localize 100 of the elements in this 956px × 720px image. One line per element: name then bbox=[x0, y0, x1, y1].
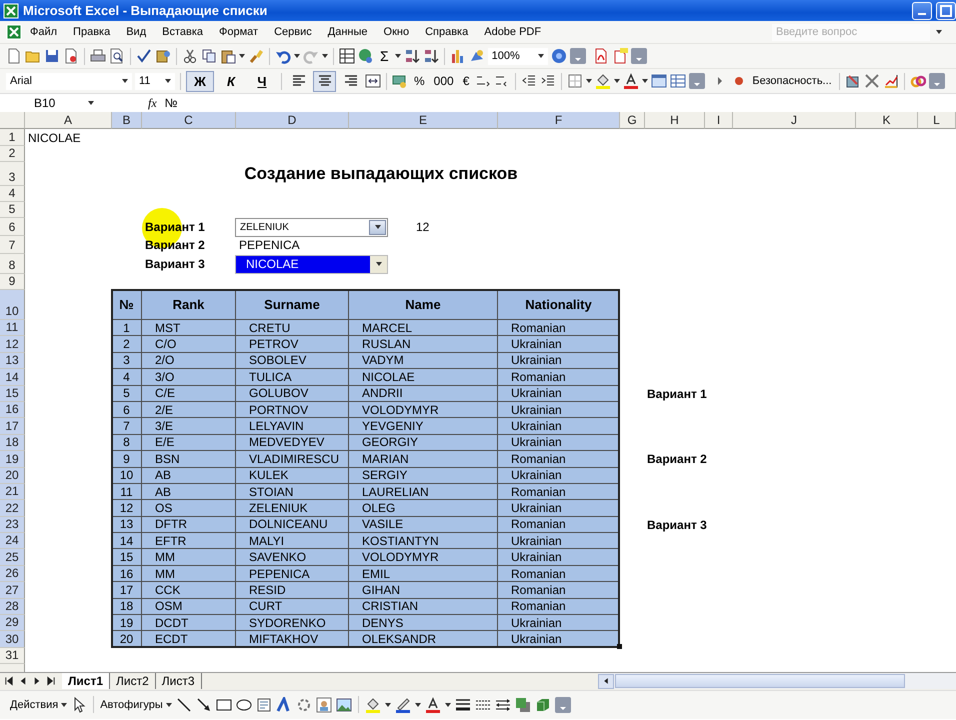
toolbar-options-icon[interactable] bbox=[928, 73, 945, 89]
tools-icon[interactable] bbox=[864, 73, 880, 89]
column-header[interactable]: H bbox=[645, 112, 705, 129]
autoshapes-menu[interactable]: Автофигуры bbox=[100, 698, 163, 711]
copy-icon[interactable] bbox=[201, 48, 217, 64]
row-header[interactable]: 8 bbox=[0, 254, 25, 274]
autosum-button[interactable]: Σ bbox=[377, 47, 392, 65]
line-color-icon[interactable] bbox=[394, 696, 411, 713]
globe-icon[interactable] bbox=[358, 48, 374, 64]
underline-button[interactable]: Ч bbox=[248, 70, 276, 92]
row-header[interactable]: 5 bbox=[0, 202, 25, 218]
fill-color-icon[interactable] bbox=[595, 73, 612, 89]
scroll-left-button[interactable] bbox=[598, 674, 614, 689]
column-header[interactable]: D bbox=[236, 112, 349, 129]
fill-color-icon[interactable] bbox=[364, 696, 381, 713]
menu-item[interactable]: Правка bbox=[65, 26, 118, 38]
excel-logo-icon[interactable] bbox=[6, 24, 22, 40]
table-icon[interactable] bbox=[339, 48, 355, 64]
caret-icon[interactable] bbox=[294, 54, 300, 58]
column-header[interactable]: J bbox=[733, 112, 856, 129]
menu-item[interactable]: Adobe PDF bbox=[476, 26, 550, 38]
row-header[interactable]: 13 bbox=[0, 352, 25, 370]
actions-menu[interactable]: Действия bbox=[10, 698, 58, 711]
caret-icon[interactable] bbox=[586, 79, 592, 83]
caret-icon[interactable] bbox=[122, 79, 128, 83]
arrow-icon[interactable] bbox=[196, 696, 212, 713]
last-sheet-icon[interactable] bbox=[46, 675, 56, 688]
row-header[interactable]: 7 bbox=[0, 236, 25, 254]
align-center-button[interactable] bbox=[313, 70, 336, 92]
row-header[interactable]: 19 bbox=[0, 451, 25, 468]
row-header[interactable]: 12 bbox=[0, 336, 25, 353]
menu-item[interactable]: Формат bbox=[211, 26, 266, 38]
row-header[interactable]: 15 bbox=[0, 386, 25, 402]
column-header[interactable]: C bbox=[142, 112, 236, 129]
picture-icon[interactable] bbox=[336, 696, 352, 713]
column-header[interactable]: K bbox=[856, 112, 918, 129]
row-header[interactable]: 1 bbox=[0, 129, 25, 146]
menu-item[interactable]: Сервис bbox=[266, 26, 320, 38]
bar-chart-icon[interactable] bbox=[450, 48, 466, 64]
column-header[interactable]: E bbox=[349, 112, 498, 129]
scissors-icon[interactable] bbox=[182, 48, 198, 64]
menu-item[interactable]: Файл bbox=[22, 26, 66, 38]
caret-icon[interactable] bbox=[936, 30, 942, 34]
row-header[interactable]: 31 bbox=[0, 648, 25, 664]
save-icon[interactable] bbox=[44, 48, 60, 64]
caret-icon[interactable] bbox=[642, 79, 648, 83]
borders-icon[interactable] bbox=[567, 73, 584, 89]
row-header[interactable]: 30 bbox=[0, 631, 25, 648]
sort-ascending-icon[interactable] bbox=[404, 48, 420, 64]
sort-descending-icon[interactable] bbox=[422, 48, 439, 64]
column-header[interactable]: B bbox=[112, 112, 142, 129]
caret-icon[interactable] bbox=[376, 262, 382, 266]
dropdown-field[interactable]: ZELENIUK bbox=[235, 218, 388, 236]
column-header[interactable]: L bbox=[918, 112, 956, 129]
row-header[interactable]: 18 bbox=[0, 434, 25, 452]
clip-art-icon[interactable] bbox=[316, 696, 332, 713]
paste-icon[interactable] bbox=[220, 48, 236, 64]
row-header[interactable]: 6 bbox=[0, 218, 25, 236]
toolbar-options-icon[interactable] bbox=[570, 48, 586, 64]
row-header[interactable]: 21 bbox=[0, 484, 25, 500]
caret-icon[interactable] bbox=[614, 79, 620, 83]
row-header[interactable]: 22 bbox=[0, 500, 25, 517]
cell-panel-icon[interactable] bbox=[651, 73, 668, 89]
font-color-icon[interactable] bbox=[623, 73, 640, 89]
font-color-icon[interactable] bbox=[424, 696, 441, 713]
row-header[interactable]: 23 bbox=[0, 516, 25, 534]
menu-item[interactable]: Справка bbox=[417, 26, 476, 38]
row-header[interactable]: 9 bbox=[0, 274, 25, 290]
caret-icon[interactable] bbox=[414, 702, 421, 707]
diagram-icon[interactable] bbox=[296, 696, 312, 713]
font-size-combo[interactable]: 11 bbox=[135, 72, 175, 90]
currency-icon[interactable] bbox=[392, 73, 408, 89]
italic-button[interactable]: К bbox=[217, 70, 245, 92]
row-header[interactable]: 16 bbox=[0, 402, 25, 418]
print-preview-icon[interactable] bbox=[109, 48, 125, 64]
toolbar-options-icon[interactable] bbox=[554, 696, 571, 713]
caret-icon[interactable] bbox=[61, 702, 68, 707]
caret-icon[interactable] bbox=[374, 225, 380, 229]
minimize-button[interactable] bbox=[912, 2, 932, 20]
links-icon[interactable] bbox=[910, 73, 926, 89]
previous-sheet-icon[interactable] bbox=[18, 675, 28, 688]
cube-icon[interactable] bbox=[534, 696, 551, 713]
caret-icon[interactable] bbox=[322, 54, 328, 58]
euro-button[interactable]: € bbox=[460, 72, 472, 90]
form-design-icon[interactable] bbox=[844, 73, 861, 89]
formula-field[interactable]: № bbox=[164, 96, 178, 110]
pdf-comment-icon[interactable] bbox=[612, 48, 628, 64]
thousands-button[interactable]: 000 bbox=[430, 72, 457, 90]
row-header[interactable]: 10 bbox=[0, 290, 25, 320]
sheet-tab[interactable]: Лист1 bbox=[62, 673, 110, 690]
toolbar-options-icon[interactable] bbox=[689, 73, 706, 89]
fill-handle-icon[interactable] bbox=[617, 644, 622, 649]
dropdown-field[interactable]: NICOLAE bbox=[235, 254, 388, 274]
next-sheet-icon[interactable] bbox=[32, 675, 42, 688]
brush-icon[interactable] bbox=[248, 48, 264, 64]
rectangle-icon[interactable] bbox=[216, 696, 232, 713]
maximize-button[interactable] bbox=[936, 2, 956, 20]
line-icon[interactable] bbox=[176, 696, 192, 713]
first-sheet-icon[interactable] bbox=[4, 675, 14, 688]
text-box-icon[interactable] bbox=[256, 696, 272, 713]
